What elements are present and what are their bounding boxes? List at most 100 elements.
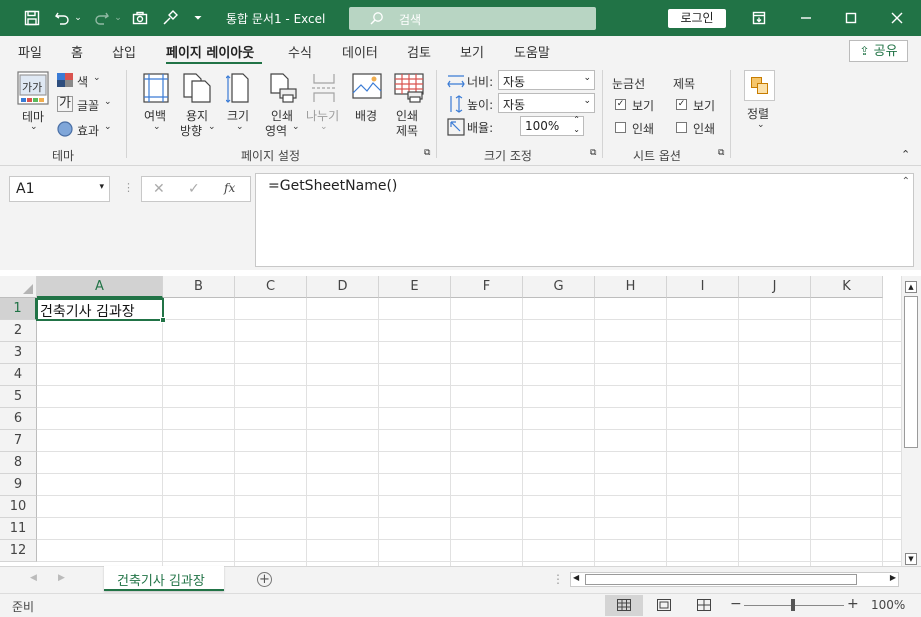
column-header-H[interactable]: H xyxy=(595,276,667,298)
sheet-tab-active[interactable]: 건축기사 김과장 xyxy=(104,566,224,591)
vertical-dots-icon[interactable]: ⋮ xyxy=(552,572,564,586)
redo-icon[interactable] xyxy=(92,8,112,28)
normal-view-button[interactable] xyxy=(605,595,643,616)
horizontal-scroll-thumb[interactable] xyxy=(585,574,857,585)
row-header-10[interactable]: 10 xyxy=(0,496,37,518)
minimize-icon[interactable] xyxy=(796,8,816,28)
tab-view[interactable]: 보기 xyxy=(460,42,484,61)
vertical-scrollbar[interactable]: ▲ ▼ xyxy=(901,276,921,566)
scroll-down-icon[interactable]: ▼ xyxy=(905,553,917,565)
tab-formulas[interactable]: 수식 xyxy=(288,42,312,61)
redo-dropdown-icon[interactable]: ⌄ xyxy=(112,8,124,28)
login-button[interactable]: 로그인 xyxy=(668,9,726,28)
tab-file[interactable]: 파일 xyxy=(18,42,42,61)
width-dropdown[interactable]: 자동 ⌄ xyxy=(498,70,595,90)
column-header-D[interactable]: D xyxy=(307,276,379,298)
sheet-options-launcher-icon[interactable]: ⧉ xyxy=(718,148,724,158)
tab-help[interactable]: 도움말 xyxy=(514,42,550,61)
spin-up-icon[interactable]: ⌃ xyxy=(573,116,580,124)
row-header-8[interactable]: 8 xyxy=(0,452,37,474)
name-box[interactable]: A1 ▾ xyxy=(9,176,110,202)
column-header-F[interactable]: F xyxy=(451,276,523,298)
breaks-icon xyxy=(312,74,336,102)
add-sheet-icon[interactable]: + xyxy=(257,572,272,587)
tab-home[interactable]: 홈 xyxy=(71,42,83,61)
column-header-J[interactable]: J xyxy=(739,276,811,298)
zoom-level[interactable]: 100% xyxy=(871,598,905,612)
next-sheet-icon[interactable]: ▶ xyxy=(58,573,65,583)
collapse-ribbon-icon[interactable]: ⌃ xyxy=(901,148,910,161)
fill-handle[interactable] xyxy=(160,317,166,323)
enter-icon[interactable]: ✓ xyxy=(188,181,200,197)
row-header-5[interactable]: 5 xyxy=(0,386,37,408)
row-header-12[interactable]: 12 xyxy=(0,540,37,562)
chevron-down-icon[interactable]: ▾ xyxy=(99,182,104,192)
collapse-formula-bar-icon[interactable]: ⌃ xyxy=(902,176,910,187)
scale-launcher-icon[interactable]: ⧉ xyxy=(590,148,596,158)
customize-qat-icon[interactable]: ⏷ xyxy=(188,8,208,28)
row-header-2[interactable]: 2 xyxy=(0,320,37,342)
page-break-view-icon[interactable] xyxy=(697,599,711,611)
vertical-scroll-thumb[interactable] xyxy=(904,296,918,448)
page-setup-launcher-icon[interactable]: ⧉ xyxy=(424,148,430,158)
headings-print-checkbox[interactable] xyxy=(676,122,687,133)
tab-insert[interactable]: 삽입 xyxy=(112,42,136,61)
formula-input[interactable]: =GetSheetName() ⌃ xyxy=(255,173,914,267)
row-header-1[interactable]: 1 xyxy=(0,298,37,320)
undo-dropdown-icon[interactable]: ⌄ xyxy=(72,8,84,28)
height-dropdown[interactable]: 자동 ⌄ xyxy=(498,93,595,113)
column-header-A[interactable]: A xyxy=(37,276,163,298)
close-icon[interactable] xyxy=(887,8,907,28)
zoom-slider-thumb[interactable] xyxy=(791,599,795,611)
fonts-icon: 가 xyxy=(57,96,73,112)
tab-review[interactable]: 검토 xyxy=(407,42,431,61)
worksheet-grid[interactable]: ABCDEFGHIJK 1 2 3 4 5 6 7 8 9 10 11 12 건축기사 김과장 ▲ ▼ xyxy=(0,276,921,566)
column-header-K[interactable]: K xyxy=(811,276,883,298)
scale-spinner[interactable]: 100% ⌃ ⌄ xyxy=(520,116,584,136)
ribbon-display-options-icon[interactable] xyxy=(749,8,769,28)
row-header-6[interactable]: 6 xyxy=(0,408,37,430)
column-header-E[interactable]: E xyxy=(379,276,451,298)
column-header-I[interactable]: I xyxy=(667,276,739,298)
page-layout-view-icon[interactable] xyxy=(657,599,671,611)
insert-function-icon[interactable]: fx xyxy=(224,181,235,195)
column-header-B[interactable]: B xyxy=(163,276,235,298)
scroll-right-icon[interactable]: ▶ xyxy=(890,573,896,582)
row-gridline xyxy=(37,517,901,518)
row-header-7[interactable]: 7 xyxy=(0,430,37,452)
cancel-icon[interactable]: ✕ xyxy=(153,181,165,197)
prev-sheet-icon[interactable]: ◀ xyxy=(30,573,37,583)
select-all-corner[interactable] xyxy=(0,276,37,298)
height-value: 자동 xyxy=(503,98,526,112)
active-cell-A1[interactable]: 건축기사 김과장 xyxy=(36,298,166,323)
themes-dropdown-icon: ⌄ xyxy=(30,122,38,132)
maximize-icon[interactable] xyxy=(841,8,861,28)
camera-icon[interactable] xyxy=(130,8,150,28)
zoom-out-icon[interactable]: − xyxy=(730,596,742,612)
horizontal-scrollbar[interactable]: ◀ ▶ xyxy=(570,572,899,587)
tab-data[interactable]: 데이터 xyxy=(342,42,378,61)
row-header-3[interactable]: 3 xyxy=(0,342,37,364)
scroll-left-icon[interactable]: ◀ xyxy=(573,573,579,582)
row-header-4[interactable]: 4 xyxy=(0,364,37,386)
column-gridline xyxy=(882,298,883,566)
scroll-up-icon[interactable]: ▲ xyxy=(905,281,917,293)
undo-icon[interactable] xyxy=(52,8,72,28)
column-header-G[interactable]: G xyxy=(523,276,595,298)
select-all-icon xyxy=(23,284,33,294)
headings-view-checkbox[interactable]: ✓ xyxy=(676,99,687,110)
gridlines-print-checkbox[interactable] xyxy=(615,122,626,133)
row-header-11[interactable]: 11 xyxy=(0,518,37,540)
row-header-9[interactable]: 9 xyxy=(0,474,37,496)
column-gridline xyxy=(594,298,595,566)
share-button[interactable]: ⇪ 공유 xyxy=(849,40,908,62)
vertical-dots-icon[interactable]: ⋮ xyxy=(123,181,134,194)
search-box[interactable]: 검색 xyxy=(349,7,596,30)
save-icon[interactable] xyxy=(22,8,42,28)
spin-down-icon[interactable]: ⌄ xyxy=(573,126,580,134)
format-painter-icon[interactable] xyxy=(160,8,180,28)
tab-page-layout[interactable]: 페이지 레이아웃 xyxy=(166,42,254,61)
column-header-C[interactable]: C xyxy=(235,276,307,298)
gridlines-view-checkbox[interactable]: ✓ xyxy=(615,99,626,110)
zoom-in-icon[interactable]: + xyxy=(847,596,859,612)
